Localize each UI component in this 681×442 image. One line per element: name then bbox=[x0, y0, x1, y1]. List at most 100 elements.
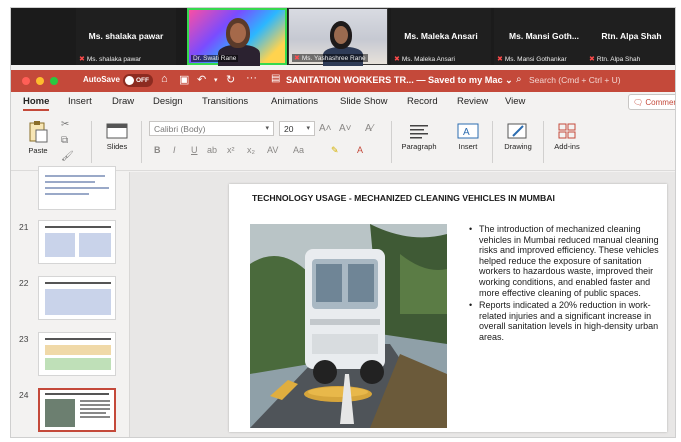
mic-muted-icon: ✖ bbox=[589, 56, 595, 63]
tab-design[interactable]: Design bbox=[153, 96, 183, 107]
font-size-select[interactable]: 20 ▾ bbox=[279, 121, 315, 136]
ribbon-separator bbox=[391, 121, 392, 163]
mic-muted-icon: ✖ bbox=[497, 56, 503, 63]
insert-button[interactable]: A Insert bbox=[451, 123, 485, 151]
underline-button[interactable]: U bbox=[191, 145, 198, 155]
zoom-window-button[interactable] bbox=[50, 77, 58, 85]
chevron-down-icon: ▾ bbox=[306, 125, 310, 132]
tab-review[interactable]: Review bbox=[457, 96, 488, 107]
participant-name: Ms. Mansi Goth... bbox=[509, 31, 579, 41]
search-icon: ⌕ bbox=[516, 74, 522, 85]
slide-number: 24 bbox=[19, 390, 29, 400]
slide-number: 22 bbox=[19, 278, 29, 288]
font-color-icon[interactable]: A bbox=[357, 145, 363, 155]
participant-caption: Dr. Swati Rane bbox=[193, 55, 237, 62]
ribbon-separator bbox=[141, 121, 142, 163]
copy-icon[interactable]: ⧉ bbox=[61, 135, 68, 146]
character-spacing-icon[interactable]: AV bbox=[267, 145, 278, 155]
participant-tile[interactable]: Ms. shalaka pawar ✖ Ms. shalaka pawar bbox=[76, 8, 176, 65]
superscript-button[interactable]: x² bbox=[227, 145, 235, 155]
slides-button[interactable]: Slides bbox=[99, 123, 135, 151]
participant-caption: Rtn. Alpa Shah bbox=[596, 55, 641, 63]
bold-button[interactable]: B bbox=[154, 145, 161, 155]
paragraph-icon bbox=[410, 125, 428, 139]
autosave-toggle[interactable]: OFF bbox=[123, 74, 153, 87]
drawing-button[interactable]: Drawing bbox=[499, 123, 537, 151]
redo-icon[interactable]: ↻ bbox=[226, 73, 235, 86]
search-input[interactable]: Search (Cmd + Ctrl + U) bbox=[529, 75, 621, 85]
more-icon[interactable]: ··· bbox=[246, 72, 257, 84]
slide-number: 23 bbox=[19, 334, 29, 344]
participant-strip: Ms. shalaka pawar ✖ Ms. shalaka pawar Dr.… bbox=[11, 8, 675, 66]
italic-button[interactable]: I bbox=[173, 145, 176, 155]
ribbon-tabs: Home Insert Draw Design Transitions Anim… bbox=[11, 92, 675, 114]
tab-insert[interactable]: Insert bbox=[68, 96, 92, 107]
comments-label: Comments bbox=[645, 98, 675, 107]
participant-video-tile[interactable]: Dr. Swati Rane bbox=[187, 8, 287, 66]
drawing-label: Drawing bbox=[504, 142, 532, 151]
undo-dropdown-icon[interactable]: ▾ bbox=[214, 76, 218, 84]
autosave-label: AutoSave bbox=[83, 75, 120, 84]
increase-font-icon[interactable]: A˄ bbox=[319, 123, 332, 134]
participant-video-tile[interactable]: ✖ Ms. Yashashree Rane bbox=[288, 8, 388, 66]
subscript-button[interactable]: x₂ bbox=[247, 145, 255, 155]
mic-muted-icon: ✖ bbox=[294, 55, 300, 62]
close-window-button[interactable] bbox=[22, 77, 30, 85]
add-ins-button[interactable]: Add-ins bbox=[549, 123, 585, 151]
slide-thumbnail[interactable] bbox=[38, 220, 116, 264]
minimize-window-button[interactable] bbox=[36, 77, 44, 85]
current-slide[interactable]: TECHNOLOGY USAGE - MECHANIZED CLEANING V… bbox=[229, 184, 667, 432]
highlight-icon[interactable]: ✎ bbox=[331, 145, 339, 156]
bullet-list[interactable]: The introduction of mechanized cleaning … bbox=[469, 224, 667, 345]
slide-thumbnail[interactable] bbox=[38, 166, 116, 210]
participant-tile[interactable]: Ms. Maleka Ansari ✖ Ms. Maleka Ansari bbox=[391, 8, 491, 65]
textbox-icon: A bbox=[457, 123, 479, 139]
change-case-icon[interactable]: Aa bbox=[293, 145, 304, 155]
document-title[interactable]: SANITATION WORKERS TR... — Saved to my M… bbox=[286, 75, 513, 86]
decrease-font-icon[interactable]: A˅ bbox=[339, 123, 352, 134]
tab-transitions[interactable]: Transitions bbox=[202, 96, 248, 107]
slide-thumbnail[interactable] bbox=[38, 332, 116, 376]
font-size-value: 20 bbox=[284, 124, 294, 134]
ribbon-toolbar: Paste ✂ ⧉ 🖌 Slides Calibri (Body) ▾ 20 ▾ A… bbox=[11, 115, 675, 171]
comment-icon: 🗨 bbox=[633, 98, 644, 107]
cleaning-vehicle-photo bbox=[250, 224, 447, 428]
comments-button[interactable]: 🗨 Comments bbox=[628, 94, 675, 110]
participant-face bbox=[334, 26, 348, 44]
strikethrough-button[interactable]: ab bbox=[207, 145, 217, 155]
add-ins-icon bbox=[558, 123, 576, 139]
paste-button[interactable]: Paste bbox=[23, 119, 53, 155]
tab-view[interactable]: View bbox=[505, 96, 525, 107]
slide-thumbnail-selected[interactable] bbox=[38, 388, 116, 432]
participant-tile[interactable]: Ms. Mansi Goth... ✖ Ms. Mansi Gothankar bbox=[494, 8, 594, 65]
tab-draw[interactable]: Draw bbox=[112, 96, 134, 107]
bullet-item: Reports indicated a 20% reduction in wor… bbox=[469, 300, 667, 342]
participant-face bbox=[230, 23, 246, 43]
tab-record[interactable]: Record bbox=[407, 96, 438, 107]
home-icon[interactable]: ⌂ bbox=[161, 73, 168, 85]
participant-caption: Ms. Yashashree Rane bbox=[301, 54, 366, 62]
participant-caption: Ms. shalaka pawar bbox=[86, 55, 142, 63]
screen-frame: Ms. shalaka pawar ✖ Ms. shalaka pawar Dr.… bbox=[10, 7, 676, 438]
save-icon[interactable]: ▣ bbox=[179, 73, 189, 86]
format-painter-icon[interactable]: 🖌 bbox=[61, 151, 74, 162]
slide-title[interactable]: TECHNOLOGY USAGE - MECHANIZED CLEANING V… bbox=[252, 193, 555, 203]
insert-label: Insert bbox=[458, 142, 478, 151]
bullet-item: The introduction of mechanized cleaning … bbox=[469, 224, 667, 298]
cut-icon[interactable]: ✂ bbox=[61, 119, 69, 130]
tab-home[interactable]: Home bbox=[23, 96, 50, 111]
paragraph-button[interactable]: Paragraph bbox=[397, 123, 441, 151]
title-bar: AutoSave OFF ⌂ ▣ ↶ ▾ ↻ ··· ▤ SANITATION … bbox=[11, 70, 675, 92]
tab-slide-show[interactable]: Slide Show bbox=[340, 96, 388, 107]
tab-animations[interactable]: Animations bbox=[271, 96, 318, 107]
slide-number: 21 bbox=[19, 222, 29, 232]
slide-photo[interactable] bbox=[250, 224, 447, 428]
presentation-icon: ▤ bbox=[271, 73, 281, 84]
slide-thumbnail[interactable] bbox=[38, 276, 116, 320]
participant-tile[interactable]: Rtn. Alpa Shah ✖ Rtn. Alpa Shah bbox=[586, 8, 675, 65]
font-name-select[interactable]: Calibri (Body) ▾ bbox=[149, 121, 274, 136]
svg-text:A: A bbox=[463, 127, 470, 138]
undo-icon[interactable]: ↶ bbox=[197, 73, 206, 86]
clear-format-icon[interactable]: A⁄ bbox=[365, 123, 373, 134]
paste-label: Paste bbox=[28, 146, 48, 155]
